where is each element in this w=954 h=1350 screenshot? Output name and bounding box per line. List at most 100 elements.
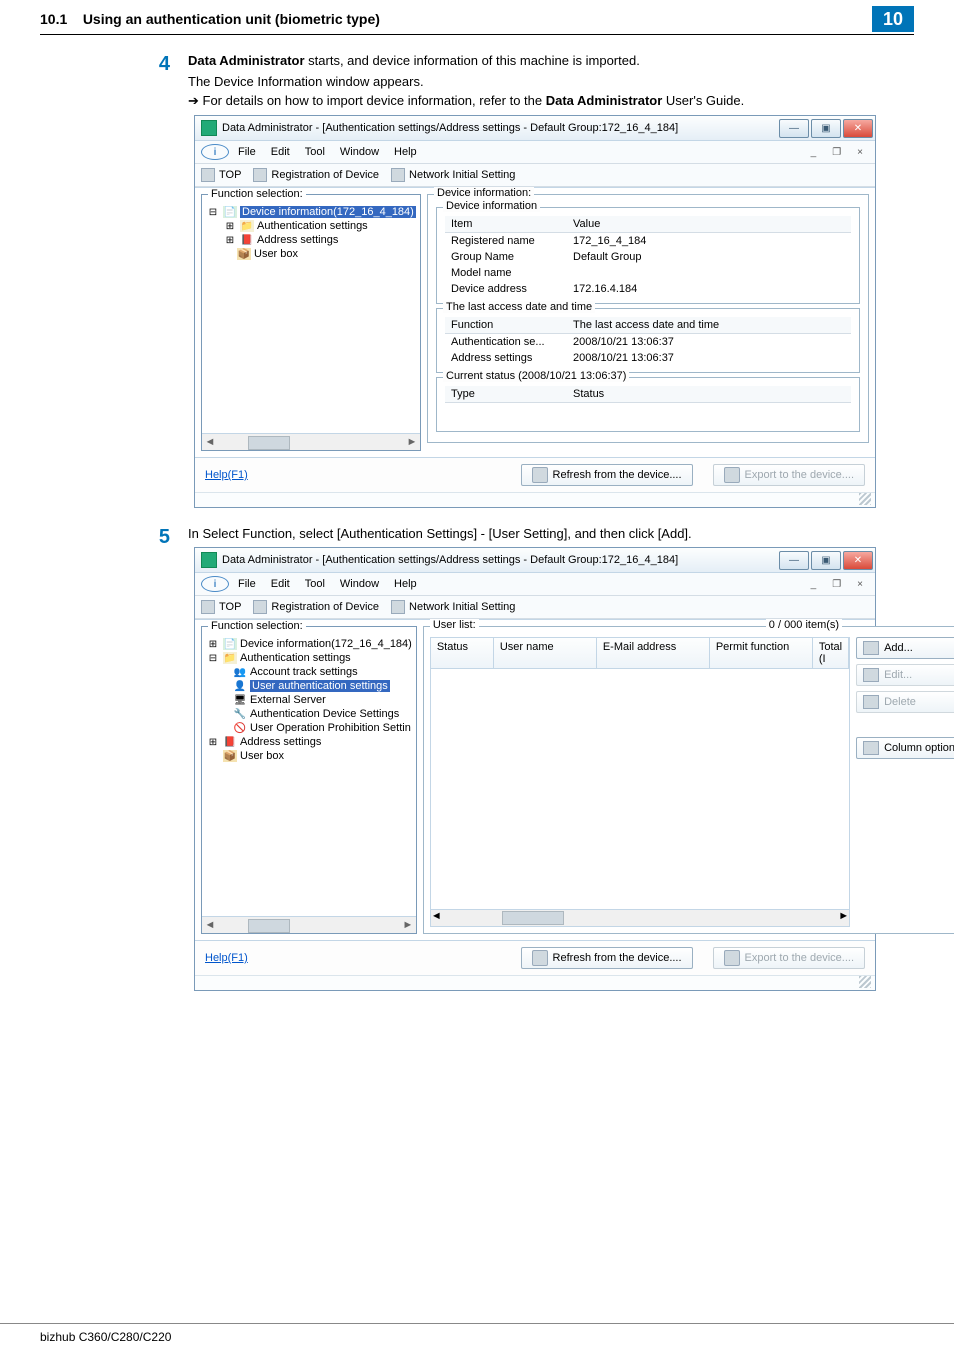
minimize-button[interactable]: — xyxy=(779,119,809,138)
window-titlebar: Data Administrator - [Authentication set… xyxy=(195,548,875,573)
tree-external-server[interactable]: External Server xyxy=(250,694,326,706)
resize-grip[interactable] xyxy=(859,493,871,505)
tree-account-track[interactable]: Account track settings xyxy=(250,666,358,678)
child-close[interactable]: × xyxy=(851,147,869,158)
device-info-title: Device information: xyxy=(434,187,534,199)
step-5-text: In Select Function, select [Authenticati… xyxy=(188,526,904,541)
tree-user-box[interactable]: User box xyxy=(254,248,298,260)
function-selection-panel: Function selection: ⊞📄Device information… xyxy=(201,626,417,934)
help-link[interactable]: Help(F1) xyxy=(205,952,248,964)
col-email[interactable]: E-Mail address xyxy=(597,638,710,668)
app-icon xyxy=(201,552,217,568)
step-4-sub2: For details on how to import device info… xyxy=(188,93,904,109)
tree-user-auth-settings[interactable]: User authentication settings xyxy=(250,680,390,692)
toolbar-top[interactable]: TOP xyxy=(201,600,241,614)
menu-edit[interactable]: Edit xyxy=(265,146,296,158)
col-username[interactable]: User name xyxy=(494,638,597,668)
child-min[interactable]: _ xyxy=(805,579,823,590)
menu-help[interactable]: Help xyxy=(388,146,423,158)
step-4-sub1: The Device Information window appears. xyxy=(188,74,904,89)
columns-icon xyxy=(863,741,879,755)
help-link[interactable]: Help(F1) xyxy=(205,469,248,481)
app-icon xyxy=(201,120,217,136)
export-button: Export to the device.... xyxy=(713,464,865,486)
tree-user-op-prohibition[interactable]: User Operation Prohibition Settin xyxy=(250,722,411,734)
chapter-badge: 10 xyxy=(872,6,914,32)
tree-device-info[interactable]: Device information(172_16_4_184) xyxy=(240,638,412,650)
maximize-button[interactable]: ▣ xyxy=(811,551,841,570)
user-list-count: 0 / 000 item(s) xyxy=(766,619,842,631)
tree-hscrollbar[interactable]: ◄► xyxy=(202,433,420,450)
close-button[interactable]: ✕ xyxy=(843,119,873,138)
col-permit[interactable]: Permit function xyxy=(710,638,813,668)
menu-tool[interactable]: Tool xyxy=(299,146,331,158)
edit-button: Edit... xyxy=(856,664,954,686)
menu-window[interactable]: Window xyxy=(334,146,385,158)
export-button: Export to the device.... xyxy=(713,947,865,969)
network-icon xyxy=(391,168,405,182)
tree-auth-device-settings[interactable]: Authentication Device Settings xyxy=(250,708,399,720)
section-title: Using an authentication unit (biometric … xyxy=(83,11,380,27)
refresh-button[interactable]: Refresh from the device.... xyxy=(521,464,693,486)
add-button[interactable]: Add... xyxy=(856,637,954,659)
plus-icon xyxy=(253,168,267,182)
resize-grip[interactable] xyxy=(859,976,871,988)
menu-bar: i File Edit Tool Window Help _ ❐ × xyxy=(195,141,875,164)
plus-icon xyxy=(253,600,267,614)
child-restore[interactable]: ❐ xyxy=(826,147,847,158)
delete-icon xyxy=(863,695,879,709)
column-option-button[interactable]: Column option... xyxy=(856,737,954,759)
tree-auth-settings[interactable]: Authentication settings xyxy=(257,220,368,232)
menu-window[interactable]: Window xyxy=(334,578,385,590)
tree-user-box[interactable]: User box xyxy=(240,750,284,762)
toolbar-network[interactable]: Network Initial Setting xyxy=(391,168,515,182)
user-list-title: User list: xyxy=(430,619,479,631)
col-total[interactable]: Total (I xyxy=(813,638,849,668)
step-4-text: Data Administrator starts, and device in… xyxy=(188,53,904,68)
tree[interactable]: ⊞📄Device information(172_16_4_184) ⊟📁Aut… xyxy=(202,627,416,916)
toolbar-top[interactable]: TOP xyxy=(201,168,241,182)
menu-file[interactable]: File xyxy=(232,578,262,590)
minimize-button[interactable]: — xyxy=(779,551,809,570)
toolbar-network[interactable]: Network Initial Setting xyxy=(391,600,515,614)
toolbar-registration[interactable]: Registration of Device xyxy=(253,600,379,614)
menu-file[interactable]: File xyxy=(232,146,262,158)
screenshot-2: Data Administrator - [Authentication set… xyxy=(194,547,876,991)
tree-auth-settings[interactable]: Authentication settings xyxy=(240,652,351,664)
window-title: Data Administrator - [Authentication set… xyxy=(222,554,678,566)
screenshot-1: Data Administrator - [Authentication set… xyxy=(194,115,876,508)
refresh-icon xyxy=(532,950,548,966)
child-close[interactable]: × xyxy=(851,579,869,590)
export-icon xyxy=(724,467,740,483)
section-header: 10.1 Using an authentication unit (biome… xyxy=(40,0,914,35)
info-icon: i xyxy=(201,576,229,592)
home-icon xyxy=(201,168,215,182)
menu-tool[interactable]: Tool xyxy=(299,578,331,590)
refresh-button[interactable]: Refresh from the device.... xyxy=(521,947,693,969)
footer-model: bizhub C360/C280/C220 xyxy=(40,1330,171,1344)
info-icon: i xyxy=(201,144,229,160)
grid-hscrollbar[interactable]: ◄► xyxy=(431,909,849,926)
tree-device-info[interactable]: Device information(172_16_4_184) xyxy=(240,206,416,218)
toolbar: TOP Registration of Device Network Initi… xyxy=(195,596,875,619)
tree[interactable]: ⊟📄Device information(172_16_4_184) ⊞📁Aut… xyxy=(202,195,420,433)
add-icon xyxy=(863,641,879,655)
export-icon xyxy=(724,950,740,966)
child-min[interactable]: _ xyxy=(805,147,823,158)
maximize-button[interactable]: ▣ xyxy=(811,119,841,138)
close-button[interactable]: ✕ xyxy=(843,551,873,570)
col-status[interactable]: Status xyxy=(431,638,494,668)
tree-address-settings[interactable]: Address settings xyxy=(240,736,321,748)
menu-help[interactable]: Help xyxy=(388,578,423,590)
tree-hscrollbar[interactable]: ◄► xyxy=(202,916,416,933)
tree-address-settings[interactable]: Address settings xyxy=(257,234,338,246)
window-titlebar: Data Administrator - [Authentication set… xyxy=(195,116,875,141)
menu-edit[interactable]: Edit xyxy=(265,578,296,590)
toolbar-registration[interactable]: Registration of Device xyxy=(253,168,379,182)
home-icon xyxy=(201,600,215,614)
edit-icon xyxy=(863,668,879,682)
user-list-grid[interactable]: Status User name E-Mail address Permit f… xyxy=(430,637,850,927)
device-info-group: Device information: Device information I… xyxy=(427,194,869,443)
toolbar: TOP Registration of Device Network Initi… xyxy=(195,164,875,187)
child-restore[interactable]: ❐ xyxy=(826,579,847,590)
